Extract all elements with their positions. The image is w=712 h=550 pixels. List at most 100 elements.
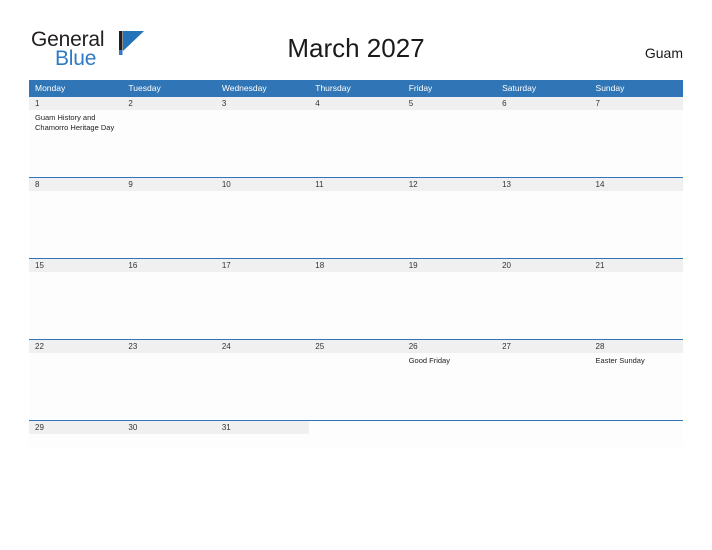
- week-row: 15 16 17 18 19 20 21: [29, 258, 683, 339]
- day-cell-empty: [403, 421, 496, 447]
- event-list: Easter Sunday: [590, 353, 683, 366]
- day-cell-3[interactable]: 3: [215, 97, 310, 177]
- date-number: 26: [402, 340, 497, 353]
- day-cell-empty: [309, 421, 402, 447]
- day-cell-2[interactable]: 2: [122, 97, 216, 177]
- date-number: 29: [29, 421, 123, 434]
- day-cell-6[interactable]: 6: [496, 97, 590, 177]
- date-number: 30: [122, 421, 216, 434]
- date-number: 5: [402, 97, 497, 110]
- date-number: 8: [29, 178, 123, 191]
- date-number: 12: [402, 178, 497, 191]
- date-number: 31: [215, 421, 310, 434]
- day-cell-5[interactable]: 5: [402, 97, 497, 177]
- day-cell-28[interactable]: 28 Easter Sunday: [589, 340, 683, 420]
- date-number: 27: [496, 340, 590, 353]
- day-cell-13[interactable]: 13: [496, 178, 590, 258]
- date-number: 24: [215, 340, 310, 353]
- day-cell-18[interactable]: 18: [309, 259, 403, 339]
- weekday-header-sunday: Sunday: [595, 83, 625, 93]
- date-number: [403, 421, 496, 434]
- date-number: 13: [496, 178, 590, 191]
- day-cell-19[interactable]: 19: [402, 259, 497, 339]
- date-number: 25: [309, 340, 403, 353]
- day-cell-7[interactable]: 7: [589, 97, 683, 177]
- day-cell-30[interactable]: 30: [122, 421, 216, 447]
- date-number: 3: [215, 97, 310, 110]
- day-cell-21[interactable]: 21: [589, 259, 683, 339]
- date-number: 14: [589, 178, 683, 191]
- page-title: March 2027: [287, 33, 425, 63]
- weekday-header-wednesday: Wednesday: [221, 83, 267, 93]
- day-cell-31[interactable]: 31: [215, 421, 310, 447]
- day-cell-17[interactable]: 17: [215, 259, 310, 339]
- country-label: Guam: [644, 45, 683, 61]
- day-cell-11[interactable]: 11: [309, 178, 403, 258]
- day-cell-9[interactable]: 9: [122, 178, 216, 258]
- brand-logo[interactable]: General Blue: [31, 29, 151, 69]
- day-cell-29[interactable]: 29: [29, 421, 123, 447]
- brand-name-blue: Blue: [55, 47, 97, 70]
- holiday-event: Good Friday: [408, 356, 450, 365]
- date-number: 22: [29, 340, 123, 353]
- date-number: 4: [309, 97, 403, 110]
- day-cell-14[interactable]: 14: [589, 178, 683, 258]
- date-number: 9: [122, 178, 216, 191]
- date-number: 28: [589, 340, 683, 353]
- day-cell-27[interactable]: 27: [496, 340, 590, 420]
- week-cells: 22 23 24 25 26 Good Friday 27 28 Easter Sunday: [29, 340, 683, 420]
- weekday-header-row: Monday Tuesday Wednesday Thursday Friday Satu…: [29, 80, 683, 96]
- date-number: 11: [309, 178, 403, 191]
- holiday-event: Easter Sunday: [595, 356, 645, 365]
- week-cells: 1 Guam History and Chamorro Heritage Day 2…: [29, 97, 683, 177]
- day-cell-24[interactable]: 24: [215, 340, 310, 420]
- week-row: 22 23 24 25 26 Good Friday 27 28 Easter Sunday: [29, 339, 683, 420]
- day-cell-26[interactable]: 26 Good Friday: [402, 340, 497, 420]
- date-number: 18: [309, 259, 403, 272]
- event-list: Guam History and Chamorro Heritage Day: [29, 110, 122, 132]
- date-number: [309, 421, 402, 434]
- flag-icon: [119, 31, 145, 55]
- day-cell-22[interactable]: 22: [29, 340, 123, 420]
- day-cell-12[interactable]: 12: [402, 178, 497, 258]
- week-cells: 15 16 17 18 19 20 21: [29, 259, 683, 339]
- date-number: 7: [589, 97, 683, 110]
- date-number: 20: [496, 259, 590, 272]
- weekday-header-monday: Monday: [35, 83, 66, 93]
- day-cell-20[interactable]: 20: [496, 259, 590, 339]
- day-cell-empty: [496, 421, 589, 447]
- week-cells: 29 30 31: [29, 421, 683, 447]
- day-cell-16[interactable]: 16: [122, 259, 216, 339]
- date-number: 6: [496, 97, 590, 110]
- weekday-header-thursday: Thursday: [315, 83, 351, 93]
- day-cell-1[interactable]: 1 Guam History and Chamorro Heritage Day: [29, 97, 123, 177]
- event-list: Good Friday: [403, 353, 496, 366]
- date-number: 19: [402, 259, 497, 272]
- page-header: General Blue March 2027 Guam: [0, 0, 712, 80]
- date-number: 16: [122, 259, 216, 272]
- date-number: [590, 421, 683, 434]
- week-row: 29 30 31: [29, 420, 683, 447]
- weekday-header-friday: Friday: [408, 83, 433, 93]
- date-number: 10: [215, 178, 310, 191]
- day-cell-15[interactable]: 15: [29, 259, 123, 339]
- calendar-grid: Monday Tuesday Wednesday Thursday Friday Satu…: [29, 80, 683, 447]
- weekday-header-tuesday: Tuesday: [128, 83, 161, 93]
- weekday-header-saturday: Saturday: [502, 83, 537, 93]
- week-cells: 8 9 10 11 12 13 14: [29, 178, 683, 258]
- date-number: 15: [29, 259, 123, 272]
- day-cell-8[interactable]: 8: [29, 178, 123, 258]
- week-row: 1 Guam History and Chamorro Heritage Day 2…: [29, 96, 683, 177]
- date-number: 17: [215, 259, 310, 272]
- day-cell-10[interactable]: 10: [215, 178, 310, 258]
- day-cell-25[interactable]: 25: [309, 340, 403, 420]
- day-cell-empty: [590, 421, 683, 447]
- day-cell-4[interactable]: 4: [309, 97, 403, 177]
- date-number: 21: [589, 259, 683, 272]
- week-row: 8 9 10 11 12 13 14: [29, 177, 683, 258]
- week-rows-container: 1 Guam History and Chamorro Heritage Day 2…: [29, 96, 683, 447]
- day-cell-23[interactable]: 23: [122, 340, 216, 420]
- date-number: 2: [122, 97, 216, 110]
- date-number: [496, 421, 589, 434]
- date-number: 1: [29, 97, 123, 110]
